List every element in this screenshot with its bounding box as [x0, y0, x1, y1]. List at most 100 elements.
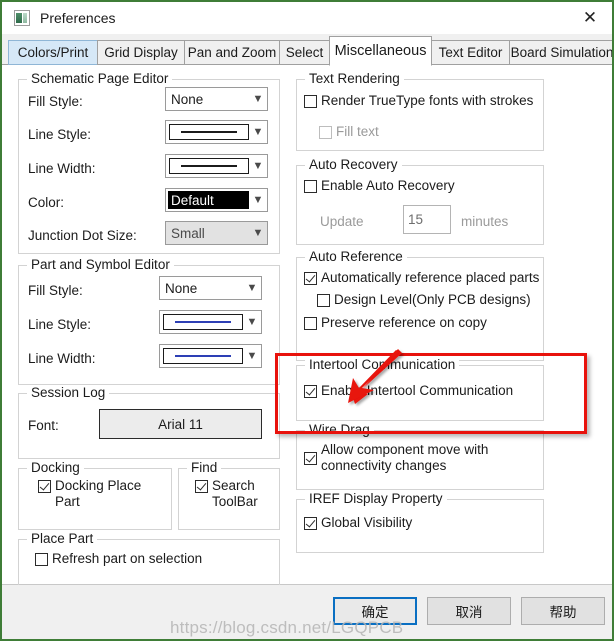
- group-legend: Schematic Page Editor: [27, 71, 173, 86]
- checkbox-refresh-part-on-selection[interactable]: Refresh part on selection: [35, 551, 202, 567]
- group-legend: Auto Recovery: [305, 157, 402, 172]
- session-log-font-label: Font:: [28, 418, 59, 433]
- checkbox-icon: [35, 553, 48, 566]
- checkbox-icon: [304, 317, 317, 330]
- part-line-style-label: Line Style:: [28, 317, 92, 332]
- part-fill-style-combo[interactable]: None ▼: [159, 276, 262, 300]
- chevron-down-icon: ▼: [246, 349, 258, 362]
- checkbox-icon: [38, 480, 51, 493]
- group-legend: IREF Display Property: [305, 491, 447, 506]
- tab-grid-display[interactable]: Grid Display: [97, 40, 185, 65]
- checkbox-icon: [304, 95, 317, 108]
- checkbox-icon: [317, 294, 330, 307]
- checkbox-label: Preserve reference on copy: [321, 315, 487, 330]
- chevron-down-icon: ▼: [252, 92, 264, 105]
- schematic-fill-style-label: Fill Style:: [28, 94, 83, 109]
- group-legend: Session Log: [27, 385, 110, 400]
- checkbox-icon: [319, 126, 332, 139]
- checkbox-enable-intertool-communication[interactable]: Enable Intertool Communication: [304, 383, 513, 399]
- tab-text-editor[interactable]: Text Editor: [431, 40, 510, 65]
- tab-board-simulation[interactable]: Board Simulation: [509, 40, 612, 65]
- checkbox-label: Automatically reference placed parts: [321, 270, 540, 285]
- checkbox-label: Render TrueType fonts with strokes: [321, 93, 534, 108]
- group-legend: Place Part: [27, 531, 98, 546]
- group-legend: Wire Drag: [305, 422, 374, 437]
- checkbox-render-truetype-fonts[interactable]: Render TrueType fonts with strokes: [304, 93, 533, 109]
- tab-select[interactable]: Select: [279, 40, 330, 65]
- line-style-preview: [169, 124, 249, 140]
- group-legend: Find: [187, 460, 222, 475]
- schematic-fill-style-combo[interactable]: None ▼: [165, 87, 268, 111]
- tab-strip: Colors/Print Grid Display Pan and Zoom S…: [2, 34, 612, 66]
- checkbox-automatically-reference-placed-parts[interactable]: Automatically reference placed parts: [304, 270, 539, 286]
- checkbox-allow-component-move[interactable]: Allow component move with connectivity c…: [304, 442, 504, 474]
- checkbox-label: Allow component move with connectivity c…: [321, 442, 489, 473]
- checkbox-preserve-reference-on-copy[interactable]: Preserve reference on copy: [304, 315, 487, 331]
- tab-pan-and-zoom[interactable]: Pan and Zoom: [184, 40, 280, 65]
- app-icon: [14, 10, 30, 26]
- schematic-color-value: Default: [168, 191, 249, 209]
- part-line-width-label: Line Width:: [28, 351, 96, 366]
- window-title: Preferences: [40, 10, 116, 26]
- checkbox-icon: [304, 272, 317, 285]
- schematic-line-style-combo[interactable]: ▼: [165, 120, 268, 144]
- chevron-down-icon: ▼: [246, 315, 258, 328]
- miscellaneous-panel: Schematic Page Editor Fill Style: None ▼…: [2, 65, 612, 589]
- tab-colors-print[interactable]: Colors/Print: [8, 40, 98, 65]
- group-legend: Docking: [27, 460, 84, 475]
- schematic-fill-style-value: None: [171, 91, 204, 107]
- close-icon[interactable]: ✕: [568, 2, 612, 34]
- checkbox-search-toolbar[interactable]: Search ToolBar: [195, 478, 273, 510]
- schematic-color-label: Color:: [28, 195, 65, 210]
- checkbox-label: Docking Place Part: [55, 478, 142, 509]
- title-bar: Preferences ✕: [2, 2, 612, 34]
- chevron-down-icon: ▼: [252, 125, 264, 138]
- tab-miscellaneous[interactable]: Miscellaneous: [329, 36, 432, 66]
- session-log-font-button[interactable]: Arial 11: [99, 409, 262, 439]
- line-width-preview: [169, 158, 249, 174]
- group-legend: Intertool Communication: [305, 357, 460, 372]
- part-fill-style-label: Fill Style:: [28, 283, 83, 298]
- checkbox-icon: [304, 180, 317, 193]
- checkbox-fill-text[interactable]: Fill text: [319, 124, 379, 140]
- dialog-footer: 确定 取消 帮助: [2, 585, 612, 639]
- chevron-down-icon: ▼: [252, 193, 264, 206]
- schematic-line-width-combo[interactable]: ▼: [165, 154, 268, 178]
- chevron-down-icon: ▼: [252, 159, 264, 172]
- junction-dot-size-label: Junction Dot Size:: [28, 228, 137, 243]
- part-fill-style-value: None: [165, 280, 198, 296]
- checkbox-design-level[interactable]: Design Level(Only PCB designs): [317, 292, 531, 308]
- line-style-preview: [163, 314, 243, 330]
- junction-dot-size-value: Small: [171, 225, 205, 241]
- checkbox-label: Fill text: [336, 124, 379, 139]
- checkbox-icon: [304, 385, 317, 398]
- preferences-dialog: Preferences ✕ Colors/Print Grid Display …: [0, 0, 614, 641]
- help-button[interactable]: 帮助: [521, 597, 605, 625]
- group-text-rendering: Text Rendering: [296, 71, 544, 151]
- chevron-down-icon: ▼: [246, 281, 258, 294]
- auto-recovery-update-label: Update: [320, 214, 364, 229]
- part-line-width-combo[interactable]: ▼: [159, 344, 262, 368]
- checkbox-label: Refresh part on selection: [52, 551, 203, 566]
- schematic-line-style-label: Line Style:: [28, 127, 92, 142]
- junction-dot-size-combo[interactable]: Small ▼: [165, 221, 268, 245]
- line-width-preview: [163, 348, 243, 364]
- auto-recovery-minutes-input[interactable]: 15: [403, 205, 451, 234]
- checkbox-global-visibility[interactable]: Global Visibility: [304, 515, 412, 531]
- checkbox-icon: [304, 517, 317, 530]
- chevron-down-icon: ▼: [252, 226, 264, 239]
- cancel-button[interactable]: 取消: [427, 597, 511, 625]
- group-legend: Part and Symbol Editor: [27, 257, 174, 272]
- group-legend: Text Rendering: [305, 71, 404, 86]
- checkbox-icon: [195, 480, 208, 493]
- ok-button[interactable]: 确定: [333, 597, 417, 625]
- checkbox-docking-place-part[interactable]: Docking Place Part: [38, 478, 154, 510]
- checkbox-label: Global Visibility: [321, 515, 413, 530]
- checkbox-label: Enable Auto Recovery: [321, 178, 455, 193]
- checkbox-label: Design Level(Only PCB designs): [334, 292, 531, 307]
- part-line-style-combo[interactable]: ▼: [159, 310, 262, 334]
- checkbox-label: Search ToolBar: [212, 478, 258, 509]
- checkbox-enable-auto-recovery[interactable]: Enable Auto Recovery: [304, 178, 455, 194]
- checkbox-label: Enable Intertool Communication: [321, 383, 514, 398]
- schematic-color-combo[interactable]: Default ▼: [165, 188, 268, 212]
